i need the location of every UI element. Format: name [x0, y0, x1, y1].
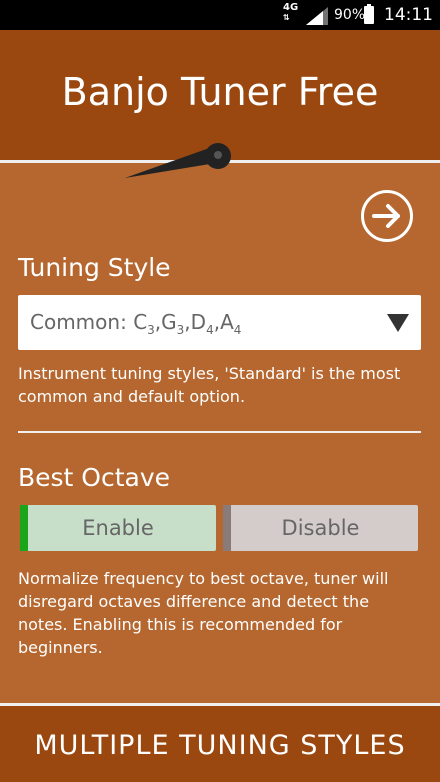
status-bar: 4G ⇅ 90% 14:11	[0, 0, 440, 30]
tuning-style-value: Common: C3,G3,D4,A4	[30, 310, 242, 337]
enable-indicator	[20, 505, 28, 551]
promo-banner-text: MULTIPLE TUNING STYLES	[34, 730, 406, 761]
battery-percent: 90%	[334, 7, 366, 23]
battery-icon	[364, 4, 374, 24]
tuning-style-dropdown[interactable]: Common: C3,G3,D4,A4	[18, 295, 421, 350]
next-arrow-button[interactable]	[361, 190, 413, 242]
network-indicator: 4G ⇅	[283, 2, 299, 23]
section-divider	[18, 431, 421, 433]
app-title: Banjo Tuner Free	[61, 70, 379, 114]
best-octave-hint: Normalize frequency to best octave, tune…	[18, 569, 389, 657]
clock: 14:11	[384, 5, 433, 25]
disable-button[interactable]: Disable	[223, 505, 418, 551]
promo-banner: MULTIPLE TUNING STYLES	[0, 703, 440, 782]
tuning-style-hint: Instrument tuning styles, 'Standard' is …	[18, 364, 401, 406]
tuner-needle-icon	[125, 143, 231, 178]
dropdown-caret-icon	[387, 314, 409, 332]
arrow-right-icon	[372, 204, 400, 228]
best-octave-heading: Best Octave	[18, 463, 171, 492]
data-arrows-icon: ⇅	[283, 13, 290, 22]
disable-indicator	[223, 505, 231, 551]
signal-icon	[306, 7, 328, 25]
tuning-style-heading: Tuning Style	[18, 253, 171, 282]
enable-button[interactable]: Enable	[20, 505, 216, 551]
